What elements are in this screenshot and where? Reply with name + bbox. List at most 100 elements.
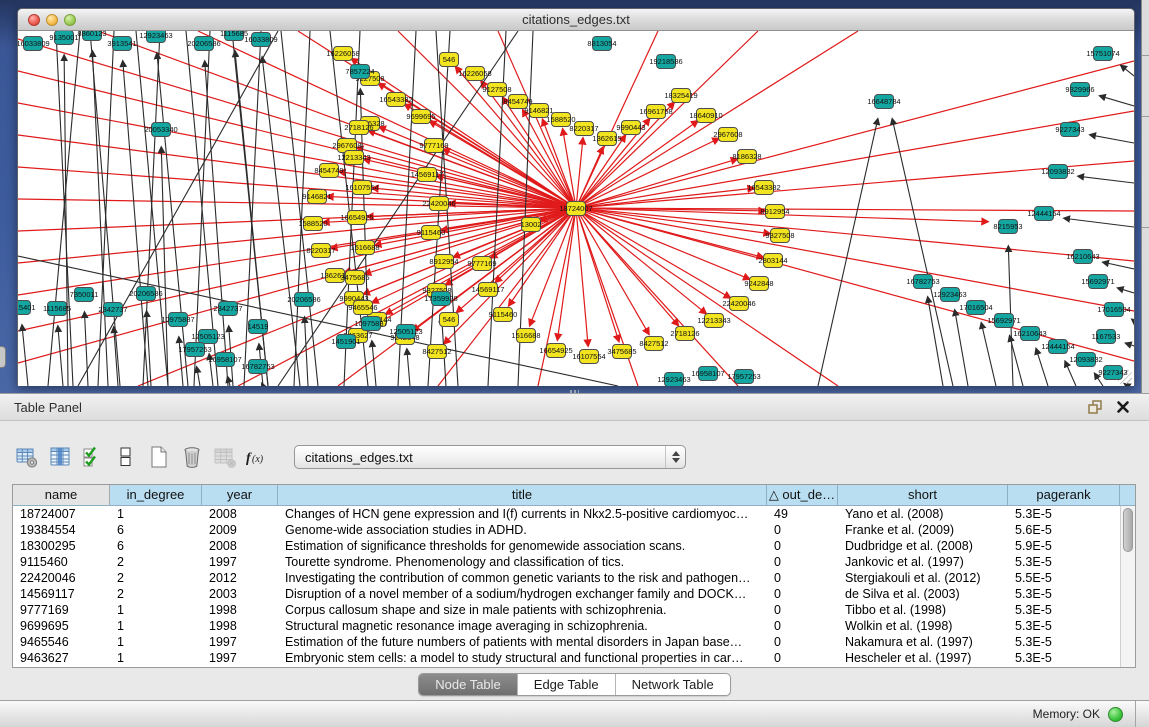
table-cell[interactable]: 1997 xyxy=(202,634,278,650)
table-cell[interactable]: 1997 xyxy=(202,554,278,570)
column-header-name[interactable]: name xyxy=(13,485,110,505)
graph-node[interactable]: 22420046 xyxy=(429,196,449,211)
graph-node[interactable]: 1588520 xyxy=(551,112,571,127)
table-cell[interactable]: 0 xyxy=(767,634,838,650)
graph-node[interactable]: 3913541 xyxy=(112,36,132,51)
function-builder-icon[interactable]: f(x) xyxy=(245,444,271,470)
table-cell[interactable]: 0 xyxy=(767,650,838,666)
graph-node[interactable]: 546 xyxy=(439,52,459,67)
table-cell[interactable]: 2008 xyxy=(202,506,278,522)
graph-node[interactable]: 16107554 xyxy=(352,180,372,195)
select-rows-icon[interactable] xyxy=(80,444,106,470)
graph-node[interactable]: 1516688 xyxy=(355,240,375,255)
column-header-year[interactable]: year xyxy=(202,485,278,505)
table-cell[interactable]: de Silva et al. (2003) xyxy=(838,586,1008,602)
table-row[interactable]: 1830029562008Estimation of significance … xyxy=(13,538,1120,554)
table-selector-dropdown[interactable]: citations_edges.txt xyxy=(294,445,686,469)
table-cell[interactable]: 6 xyxy=(110,522,202,538)
graph-node[interactable]: 16210643 xyxy=(1020,326,1040,341)
graph-node[interactable]: 12923463 xyxy=(940,287,960,302)
table-cell[interactable]: 18724007 xyxy=(13,506,110,522)
table-cell[interactable]: 9777169 xyxy=(13,602,110,618)
graph-node[interactable]: 18325419 xyxy=(671,88,691,103)
table-cell[interactable]: Yano et al. (2008) xyxy=(838,506,1008,522)
table-cell[interactable]: 1998 xyxy=(202,618,278,634)
graph-node[interactable]: 8186328 xyxy=(737,149,757,164)
graph-node[interactable]: 8813054 xyxy=(592,36,612,51)
table-cell[interactable]: 9465546 xyxy=(13,634,110,650)
table-cell[interactable]: Tourette syndrome. Phenomenology and cla… xyxy=(278,554,767,570)
table-cell[interactable]: 5.3E-5 xyxy=(1008,618,1120,634)
graph-node[interactable]: 1362615 xyxy=(597,131,617,146)
table-cell[interactable]: Dudbridge et al. (2008) xyxy=(838,538,1008,554)
graph-node[interactable]: 3915401 xyxy=(18,300,31,315)
table-cell[interactable]: 0 xyxy=(767,586,838,602)
graph-node[interactable]: 9329966 xyxy=(1070,82,1090,97)
table-cell[interactable]: 22420046 xyxy=(13,570,110,586)
graph-node[interactable]: 8912954 xyxy=(765,204,785,219)
graph-node[interactable]: 9777169 xyxy=(472,256,492,271)
graph-node[interactable]: 10975887 xyxy=(361,316,381,331)
graph-node[interactable]: 16210643 xyxy=(1073,249,1093,264)
column-header-short[interactable]: short xyxy=(838,485,1008,505)
table-cell[interactable]: Franke et al. (2009) xyxy=(838,522,1008,538)
table-cell[interactable]: 9463627 xyxy=(13,650,110,666)
table-cell[interactable]: 1 xyxy=(110,650,202,666)
table-cell[interactable]: 1 xyxy=(110,506,202,522)
table-cell[interactable]: 2009 xyxy=(202,522,278,538)
table-cell[interactable]: 0 xyxy=(767,618,838,634)
graph-node[interactable]: 9242848 xyxy=(749,276,769,291)
table-cell[interactable]: 5.3E-5 xyxy=(1008,554,1120,570)
table-cell[interactable]: 2 xyxy=(110,586,202,602)
graph-node[interactable]: 8454749 xyxy=(508,94,528,109)
graph-node[interactable]: 16958107 xyxy=(698,366,718,381)
float-panel-icon[interactable] xyxy=(1085,398,1105,416)
graph-node[interactable]: 8427512 xyxy=(644,336,664,351)
graph-node[interactable]: 16654925 xyxy=(347,210,367,225)
graph-node[interactable]: 16107554 xyxy=(579,349,599,364)
graph-node[interactable]: 16226058 xyxy=(465,66,485,81)
table-cell[interactable]: Embryonic stem cells: a model to study s… xyxy=(278,650,767,666)
graph-node[interactable]: 16958107 xyxy=(215,352,235,367)
graph-node[interactable]: 9227343 xyxy=(1103,365,1123,380)
graph-node[interactable]: 14519 xyxy=(248,319,268,334)
table-cell[interactable]: 9115460 xyxy=(13,554,110,570)
table-cell[interactable]: 5.3E-5 xyxy=(1008,602,1120,618)
graph-node[interactable]: 2967608 xyxy=(718,127,738,142)
graph-node[interactable]: 12093832 xyxy=(1048,164,1068,179)
graph-node[interactable]: 13002 xyxy=(521,217,541,232)
graph-node[interactable]: 16961758 xyxy=(646,104,666,119)
column-header-title[interactable]: title xyxy=(278,485,767,505)
table-cell[interactable]: Corpus callosum shape and size in male p… xyxy=(278,602,767,618)
table-cell[interactable]: 2 xyxy=(110,570,202,586)
table-cell[interactable]: Hescheler et al. (1997) xyxy=(838,650,1008,666)
graph-node[interactable]: 1115685 xyxy=(224,31,244,41)
network-canvas[interactable]: 5461622605891275088454749914682115885208… xyxy=(18,31,1134,386)
table-cell[interactable]: 2 xyxy=(110,554,202,570)
tab-node-table[interactable]: Node Table xyxy=(419,674,518,695)
graph-node[interactable]: 2718126 xyxy=(349,120,369,135)
collapsed-panel-handle[interactable] xyxy=(0,346,6,368)
graph-node[interactable]: 16033809 xyxy=(251,32,271,47)
close-panel-icon[interactable] xyxy=(1113,398,1133,416)
table-cell[interactable]: 1998 xyxy=(202,602,278,618)
graph-node[interactable]: 9777169 xyxy=(424,138,444,153)
table-cell[interactable]: 9699695 xyxy=(13,618,110,634)
graph-node[interactable]: 17957253 xyxy=(734,369,754,384)
graph-node[interactable]: 16226058 xyxy=(333,46,353,61)
table-row[interactable]: 1938455462009Genome-wide association stu… xyxy=(13,522,1120,538)
table-cell[interactable]: 5.5E-5 xyxy=(1008,570,1120,586)
table-row[interactable]: 2242004622012Investigating the contribut… xyxy=(13,570,1120,586)
graph-node[interactable]: 12923463 xyxy=(146,31,166,43)
graph-node[interactable]: 20053340 xyxy=(151,122,171,137)
table-cell[interactable]: 5.3E-5 xyxy=(1008,634,1120,650)
graph-node[interactable]: 9465546 xyxy=(353,300,373,315)
graph-node[interactable]: 15692971 xyxy=(994,313,1014,328)
graph-node[interactable]: 8454749 xyxy=(319,163,339,178)
graph-node[interactable]: 7857224 xyxy=(350,64,370,79)
table-cell[interactable]: 6 xyxy=(110,538,202,554)
graph-node[interactable]: 16033809 xyxy=(23,36,43,51)
graph-node[interactable]: 9227343 xyxy=(1060,122,1080,137)
table-cell[interactable]: 0 xyxy=(767,554,838,570)
table-cell[interactable]: 1 xyxy=(110,602,202,618)
